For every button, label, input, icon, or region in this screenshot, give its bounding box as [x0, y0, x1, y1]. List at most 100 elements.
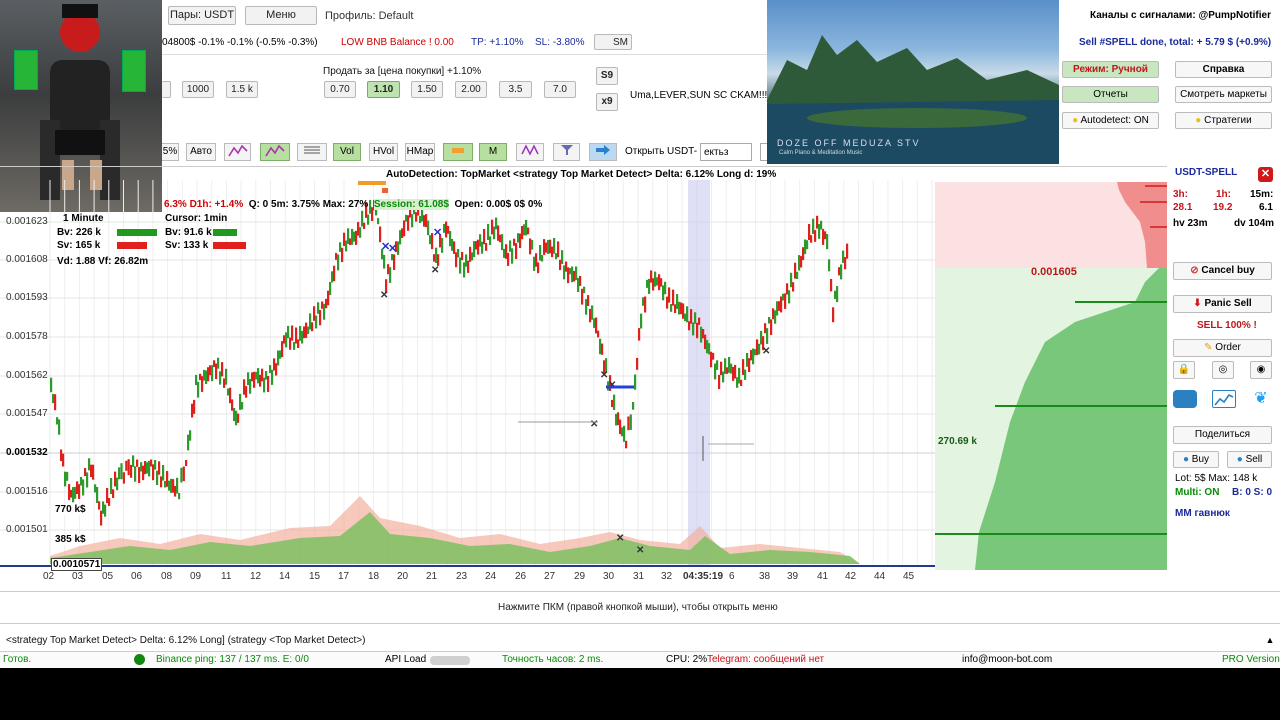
buy-button[interactable]: ● Buy: [1173, 451, 1219, 468]
pairs-button[interactable]: Пары: USDT: [168, 6, 236, 25]
s9-button[interactable]: S9: [596, 67, 618, 85]
pencil-icon: ✎: [1204, 342, 1213, 353]
svg-text:✕: ✕: [590, 419, 598, 430]
stats-icon[interactable]: [1212, 390, 1236, 408]
x-tick-label: 41: [817, 571, 829, 582]
y-tick-label: 0.001623: [6, 216, 48, 227]
view-markets-button[interactable]: Смотреть маркеты: [1175, 86, 1272, 103]
log-line: <strategy Top Market Detect> Delta: 6.12…: [6, 635, 366, 646]
help-button[interactable]: Справка: [1175, 61, 1272, 78]
x-tick-label: 38: [759, 571, 771, 582]
status-api: API Load: [385, 654, 427, 665]
status-ready: Готов.: [3, 654, 32, 665]
open-coin-input[interactable]: [700, 143, 752, 161]
hvol-toggle[interactable]: HVol: [369, 143, 398, 161]
cloud-icon[interactable]: [1173, 390, 1197, 408]
sell-percent-1-50[interactable]: 1.50: [411, 81, 443, 98]
close-icon[interactable]: ✕: [1258, 167, 1273, 182]
price-chart[interactable]: ✕✕✕✕✕✕✕✕✕✕✕: [0, 166, 935, 570]
arrow-right-icon[interactable]: [589, 143, 617, 161]
svg-text:✕: ✕: [616, 533, 624, 544]
y-tick-label: 0.001578: [6, 331, 48, 342]
panic-sell-button[interactable]: ⬇ Panic Sell: [1173, 295, 1272, 313]
x9-button[interactable]: x9: [596, 93, 618, 111]
video-subtitle: Calm Piano & Meditation Music: [779, 150, 863, 156]
y-tick-label: 0.001516: [6, 486, 48, 497]
x-tick-label: 14: [279, 571, 291, 582]
pattern-tool-icon[interactable]: [516, 143, 544, 161]
pair-title: USDT-SPELL: [1175, 167, 1238, 178]
lines-tool-icon[interactable]: [297, 143, 327, 161]
h1-value: 19.2: [1213, 202, 1233, 213]
cursor-buy-bar: [213, 229, 237, 236]
min-price-label: 0.0010571: [51, 558, 103, 571]
lot-label: Lot: 5$ Max: 148 k: [1175, 473, 1258, 484]
x-tick-label: 18: [368, 571, 380, 582]
ticker-line: 04800$ -0.1% -0.1% (-0.5% -0.3%): [162, 37, 318, 48]
amount-button-partial[interactable]: [162, 81, 171, 98]
x-tick-label: 21: [426, 571, 438, 582]
menu-button[interactable]: Меню: [245, 6, 317, 25]
interval-label: 1 Minute: [63, 213, 104, 224]
reports-button[interactable]: Отчеты: [1062, 86, 1159, 103]
x-tick-label: 08: [161, 571, 173, 582]
bnb-warning: LOW BNB Balance ! 0.00: [341, 37, 454, 48]
vol-toggle[interactable]: Vol: [333, 143, 361, 161]
x-tick-label: 23: [456, 571, 468, 582]
robot-button[interactable]: ◎: [1212, 361, 1234, 379]
sell-done-value: + 5.79 $ (+0.9%): [1196, 37, 1272, 48]
share-button[interactable]: Поделиться: [1173, 426, 1272, 444]
x-tick-label: 06: [131, 571, 143, 582]
multi-label: Multi: ON: [1175, 487, 1220, 498]
sell-button[interactable]: ● Sell: [1227, 451, 1272, 468]
sell-percent-0-70[interactable]: 0.70: [324, 81, 356, 98]
auto-toggle[interactable]: Авто: [186, 143, 216, 161]
draw-tool-icon[interactable]: [224, 143, 251, 161]
mode-button[interactable]: Режим: Ручной: [1062, 61, 1159, 78]
tp-label: TP: +1.10%: [471, 37, 524, 48]
trend-tool-icon[interactable]: [260, 143, 290, 161]
autodetect-button[interactable]: ● Autodetect: ON: [1062, 112, 1159, 129]
svg-text:✕: ✕: [388, 243, 397, 255]
sell-100-label: SELL 100% !: [1197, 320, 1257, 331]
x-tick-label: 29: [574, 571, 586, 582]
filter-icon[interactable]: [553, 143, 580, 161]
cancel-buy-button[interactable]: ⊘ Cancel buy: [1173, 262, 1272, 280]
moonbot-window: Пары: USDT Меню Профиль: Default 04800$ …: [0, 0, 1280, 668]
strategies-button[interactable]: ● Стратегии: [1175, 112, 1272, 129]
sm-toggle[interactable]: SM: [594, 34, 632, 50]
amount-button-1-5k[interactable]: 1.5 k: [226, 81, 258, 98]
cursor-buy-label: Bv: 91.6 k: [165, 227, 212, 238]
stats-change: 6.3% D1h: +1.4%: [164, 199, 244, 210]
x-tick-label: 05: [102, 571, 114, 582]
sell-percent-1-10[interactable]: 1.10: [367, 81, 400, 98]
hv-label: hv 23m: [1173, 218, 1208, 229]
svg-text:✕: ✕: [762, 346, 770, 357]
volume-delta-label: Vd: 1.88 Vf: 26.82m: [57, 256, 149, 267]
brush-tool-icon[interactable]: [443, 143, 473, 161]
video-thumbnail: DOZE OFF MEDUZA STV Calm Piano & Meditat…: [767, 0, 1059, 164]
y-tick-label: 0.001562: [6, 370, 48, 381]
sell-percent-2-00[interactable]: 2.00: [455, 81, 487, 98]
order-book[interactable]: 0.001605 270.69 k: [935, 182, 1167, 570]
x-tick-label: 6: [729, 571, 735, 582]
m15-value: 6.1: [1259, 202, 1273, 213]
hmap-toggle[interactable]: HMap: [405, 143, 435, 161]
log-scroll-icon[interactable]: ▲: [1264, 632, 1276, 648]
amount-button-1000[interactable]: 1000: [182, 81, 214, 98]
cursor-sell-label: Sv: 133 k: [165, 240, 209, 251]
x-tick-label: 44: [874, 571, 886, 582]
sell-percent-3-5[interactable]: 3.5: [499, 81, 532, 98]
buy-volume-bar: [117, 229, 157, 236]
profile-label: Профиль: Default: [325, 10, 414, 22]
m-toggle[interactable]: M: [479, 143, 507, 161]
eye-button[interactable]: ◉: [1250, 361, 1272, 379]
x-tick-label: 24: [485, 571, 497, 582]
order-button[interactable]: ✎ Order: [1173, 339, 1272, 357]
orderbook-price: 0.001605: [1031, 266, 1077, 278]
twitter-icon[interactable]: ❦: [1250, 390, 1272, 408]
sell-percent-7-0[interactable]: 7.0: [544, 81, 576, 98]
percent-toggle[interactable]: 5%: [162, 143, 179, 161]
h3-value: 28.1: [1173, 202, 1193, 213]
lock-button[interactable]: 🔒: [1173, 361, 1195, 379]
